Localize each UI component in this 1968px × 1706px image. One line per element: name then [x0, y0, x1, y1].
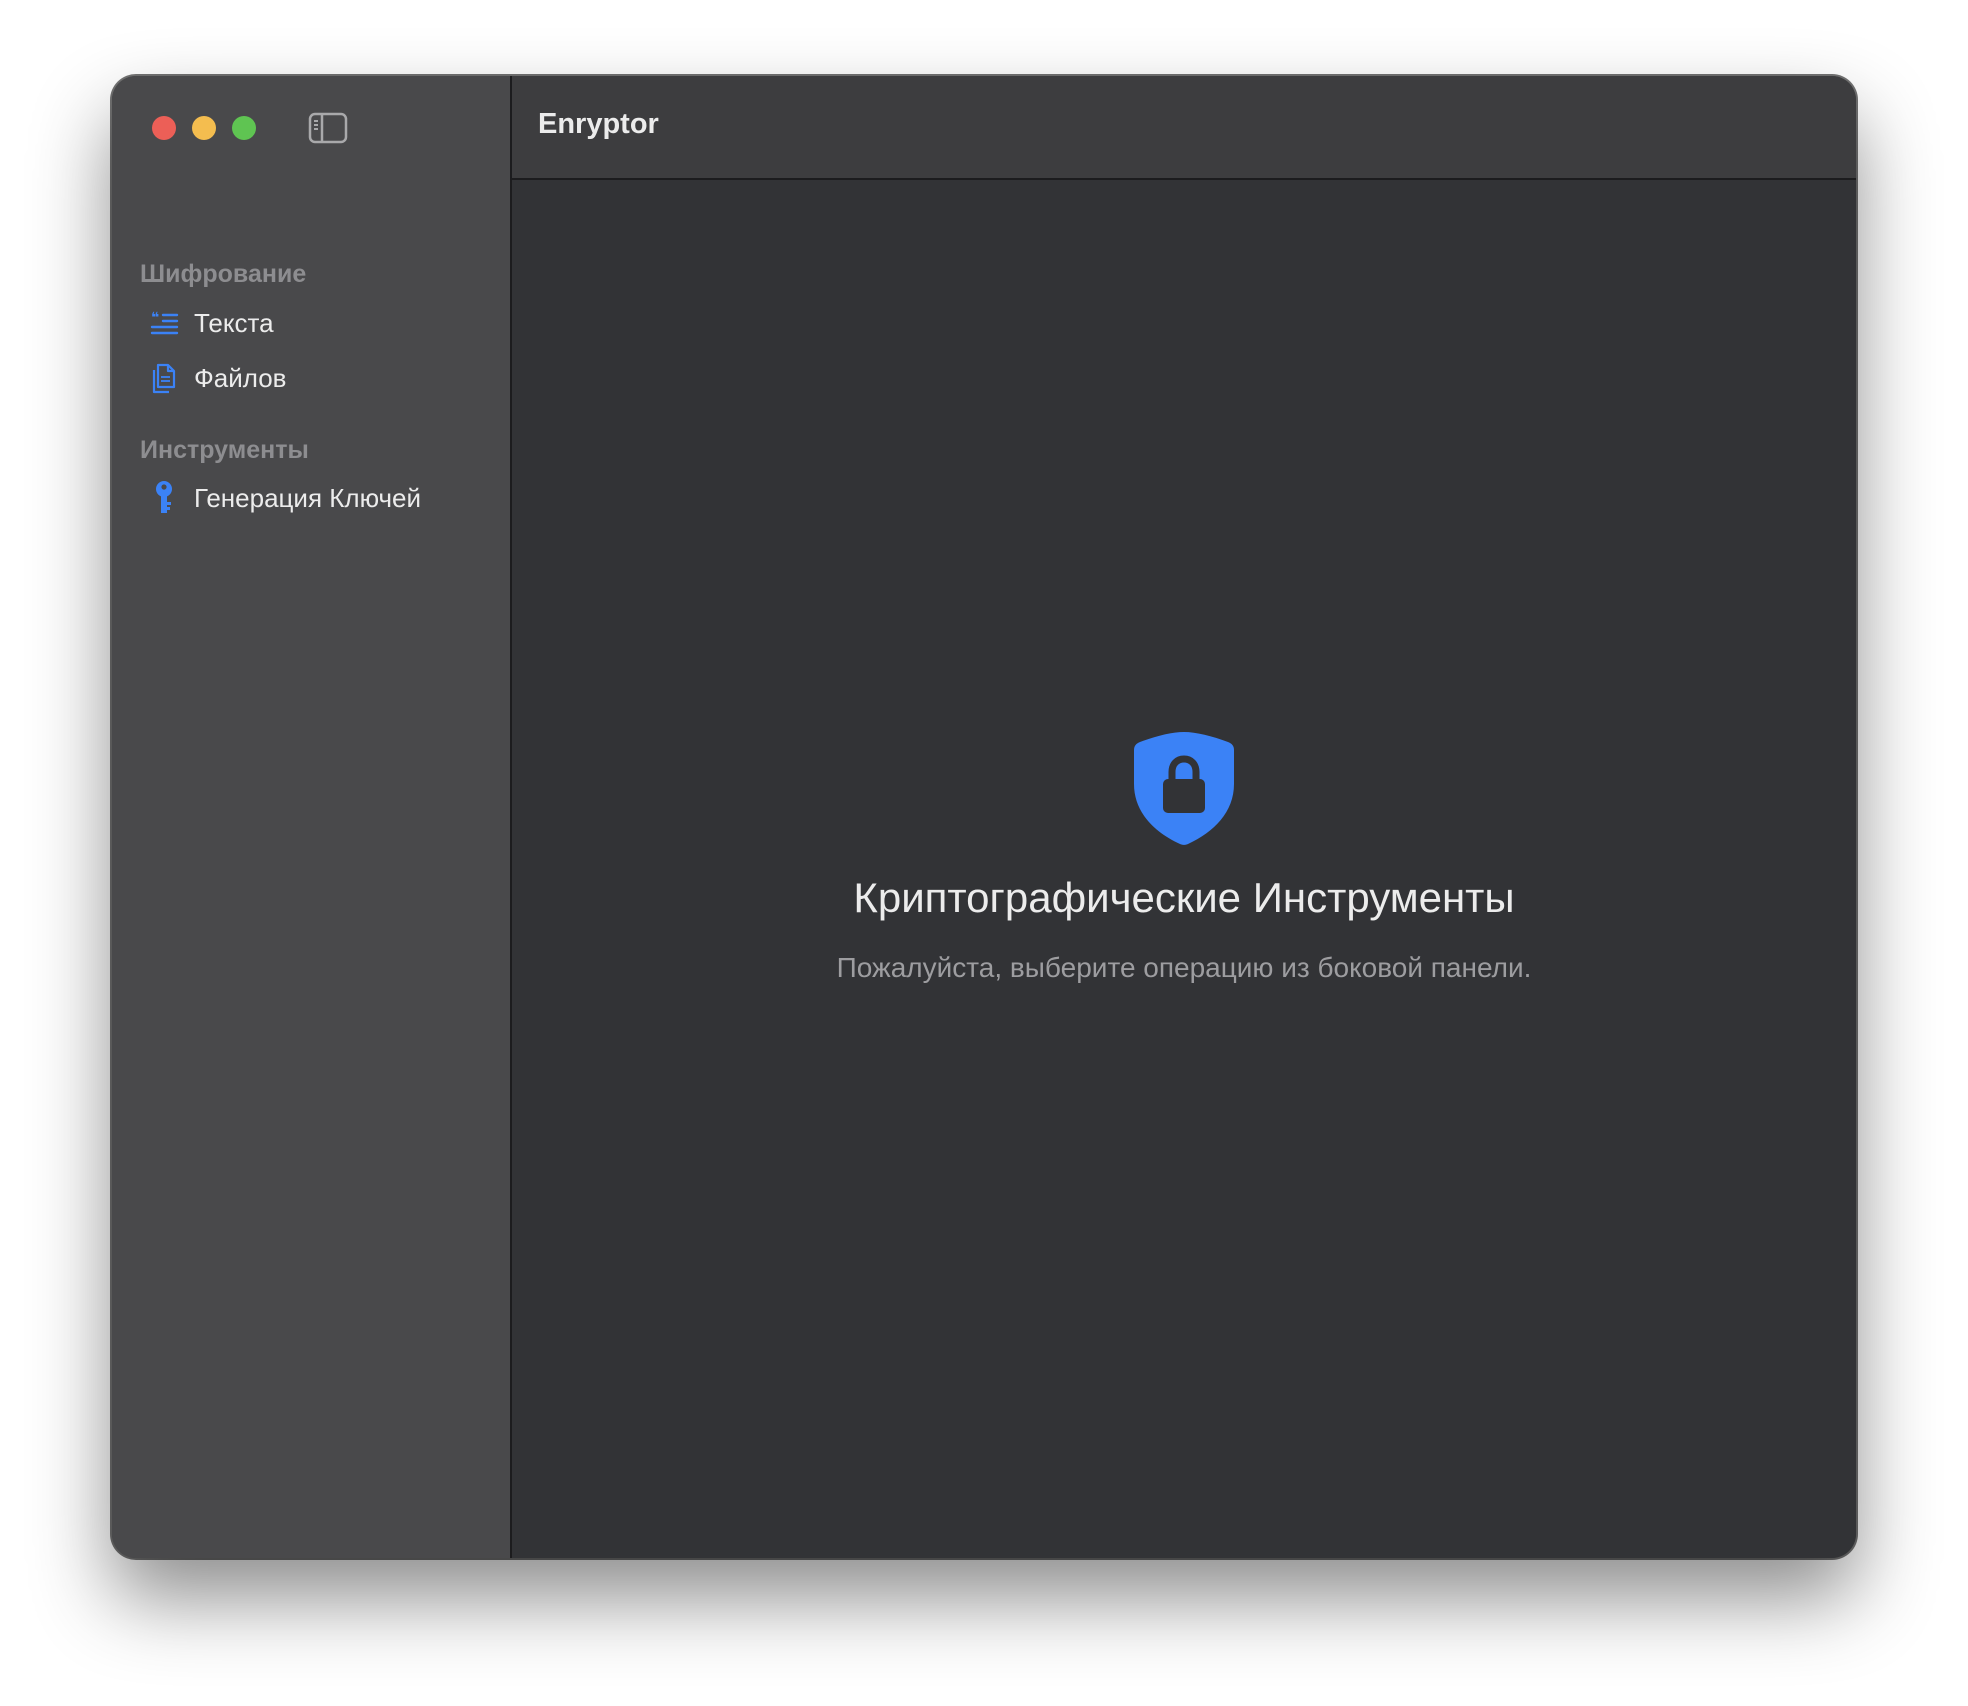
- app-window: Шифрование ❝ Текста Файлов Инструменты Г…: [112, 76, 1856, 1558]
- sidebar-toggle-icon[interactable]: [308, 112, 348, 144]
- section-header-tools: Инструменты: [140, 436, 309, 464]
- sidebar-item-text[interactable]: ❝ Текста: [148, 301, 274, 345]
- text-quote-icon: ❝: [148, 305, 180, 341]
- documents-icon: [148, 360, 180, 396]
- sidebar: Шифрование ❝ Текста Файлов Инструменты Г…: [112, 76, 512, 1558]
- key-icon: [148, 480, 180, 516]
- lock-shield-icon: [1132, 728, 1236, 848]
- zoom-window-button[interactable]: [232, 116, 256, 140]
- sidebar-item-label: Текста: [194, 307, 274, 338]
- minimize-window-button[interactable]: [192, 116, 216, 140]
- section-header-encryption: Шифрование: [140, 260, 307, 288]
- main-content: [512, 180, 1856, 1558]
- window-title: Enryptor: [538, 108, 659, 140]
- svg-text:❝: ❝: [151, 310, 159, 326]
- close-window-button[interactable]: [152, 116, 176, 140]
- empty-state-title: Криптографические Инструменты: [853, 874, 1515, 921]
- title-bar: Enryptor: [512, 76, 1856, 180]
- sidebar-item-label: Файлов: [194, 362, 287, 393]
- sidebar-item-key-generation[interactable]: Генерация Ключей: [148, 476, 421, 520]
- sidebar-item-files[interactable]: Файлов: [148, 356, 287, 400]
- sidebar-item-label: Генерация Ключей: [194, 482, 422, 513]
- empty-state-subtitle: Пожалуйста, выберите операцию из боковой…: [836, 952, 1532, 983]
